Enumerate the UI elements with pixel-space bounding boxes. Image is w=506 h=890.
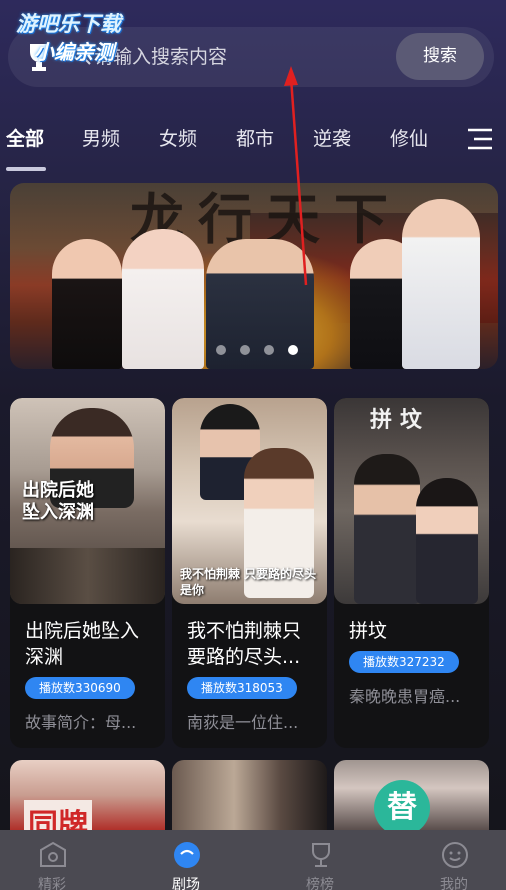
banner-carousel[interactable]: 龙行天下 <box>10 183 498 369</box>
carousel-dot[interactable] <box>240 345 250 355</box>
trophy-icon <box>312 843 330 867</box>
tab-female[interactable]: 女频 <box>159 124 197 151</box>
carousel-dot-active[interactable] <box>288 345 298 355</box>
poster-figure <box>416 478 478 604</box>
poster-title-art: 出院后她坠入深渊 <box>22 480 94 523</box>
smile-icon <box>442 842 468 868</box>
carousel-dot[interactable] <box>216 345 226 355</box>
search-button[interactable]: 搜索 <box>396 33 484 80</box>
play-count-badge: 播放数330690 <box>25 677 135 699</box>
nav-item-highlights[interactable]: 精彩 <box>2 830 102 890</box>
drama-title: 出院后她坠入深渊 <box>25 620 140 668</box>
drama-poster: 我不怕荆棘 只要路的尽头是你 <box>172 398 327 604</box>
tab-all[interactable]: 全部 <box>6 124 44 151</box>
watermark: 游吧乐下载 小编亲测 <box>16 10 121 66</box>
drama-card-partial[interactable]: 替 <box>334 760 489 830</box>
poster-title-art: 拼坟 <box>370 407 431 433</box>
poster-figure <box>354 454 420 604</box>
drama-description: 南荻是一位住... <box>187 713 299 732</box>
watermark-line2: 小编亲测 <box>34 40 114 64</box>
nav-label: 榜榜 <box>306 877 334 890</box>
play-count-badge: 播放数318053 <box>187 677 297 699</box>
category-tabs: 全部 男频 女频 都市 逆袭 修仙 <box>0 118 506 174</box>
tab-cultivation[interactable]: 修仙 <box>390 124 428 151</box>
camera-icon <box>40 841 66 867</box>
play-count-badge: 播放数327232 <box>349 651 459 673</box>
drama-description: 秦晚晚患胃癌... <box>349 687 461 706</box>
drama-title: 我不怕荆棘只要路的尽头... <box>187 620 302 668</box>
search-input[interactable] <box>94 44 384 70</box>
bottom-nav: 精彩 剧场 榜榜 我的 <box>0 830 506 890</box>
drama-card[interactable]: 我不怕荆棘 只要路的尽头是你 我不怕荆棘只要路的尽头... 播放数318053 … <box>172 398 327 748</box>
menu-icon[interactable] <box>466 128 494 150</box>
replace-badge: 替 <box>374 780 430 830</box>
banner-person <box>122 229 204 369</box>
drama-description: 故事简介：母... <box>25 713 137 732</box>
nav-item-theater[interactable]: 剧场 <box>136 830 236 890</box>
carousel-indicator <box>216 345 298 355</box>
nav-label: 我的 <box>440 877 468 890</box>
poster-title-art: 我不怕荆棘 只要路的尽头是你 <box>180 567 317 597</box>
drama-poster: 拼坟 <box>334 398 489 604</box>
carousel-dot[interactable] <box>264 345 274 355</box>
tab-counterattack[interactable]: 逆袭 <box>313 124 351 151</box>
drama-card-partial[interactable] <box>172 760 327 830</box>
drama-card-partial[interactable]: 同牌 <box>10 760 165 830</box>
banner-person <box>52 239 122 369</box>
drama-card[interactable]: 拼坟 拼坟 播放数327232 秦晚晚患胃癌... <box>334 398 489 748</box>
poster-title-art: 同牌 <box>24 800 92 830</box>
nav-item-profile[interactable]: 我的 <box>404 830 504 890</box>
tab-male[interactable]: 男频 <box>82 124 120 151</box>
nav-item-ranking[interactable]: 榜榜 <box>270 830 370 890</box>
theater-icon <box>174 842 200 868</box>
drama-card[interactable]: 出院后她坠入深渊 出院后她坠入深渊 播放数330690 故事简介：母... <box>10 398 165 748</box>
poster-cast-strip <box>10 548 165 604</box>
watermark-line1: 游吧乐下载 <box>16 12 121 36</box>
nav-label: 精彩 <box>38 877 66 890</box>
nav-label: 剧场 <box>172 877 200 890</box>
banner-person <box>402 199 480 369</box>
drama-title: 拼坟 <box>349 620 388 642</box>
drama-poster: 出院后她坠入深渊 <box>10 398 165 604</box>
tab-urban[interactable]: 都市 <box>236 124 274 151</box>
active-tab-indicator <box>6 167 46 171</box>
